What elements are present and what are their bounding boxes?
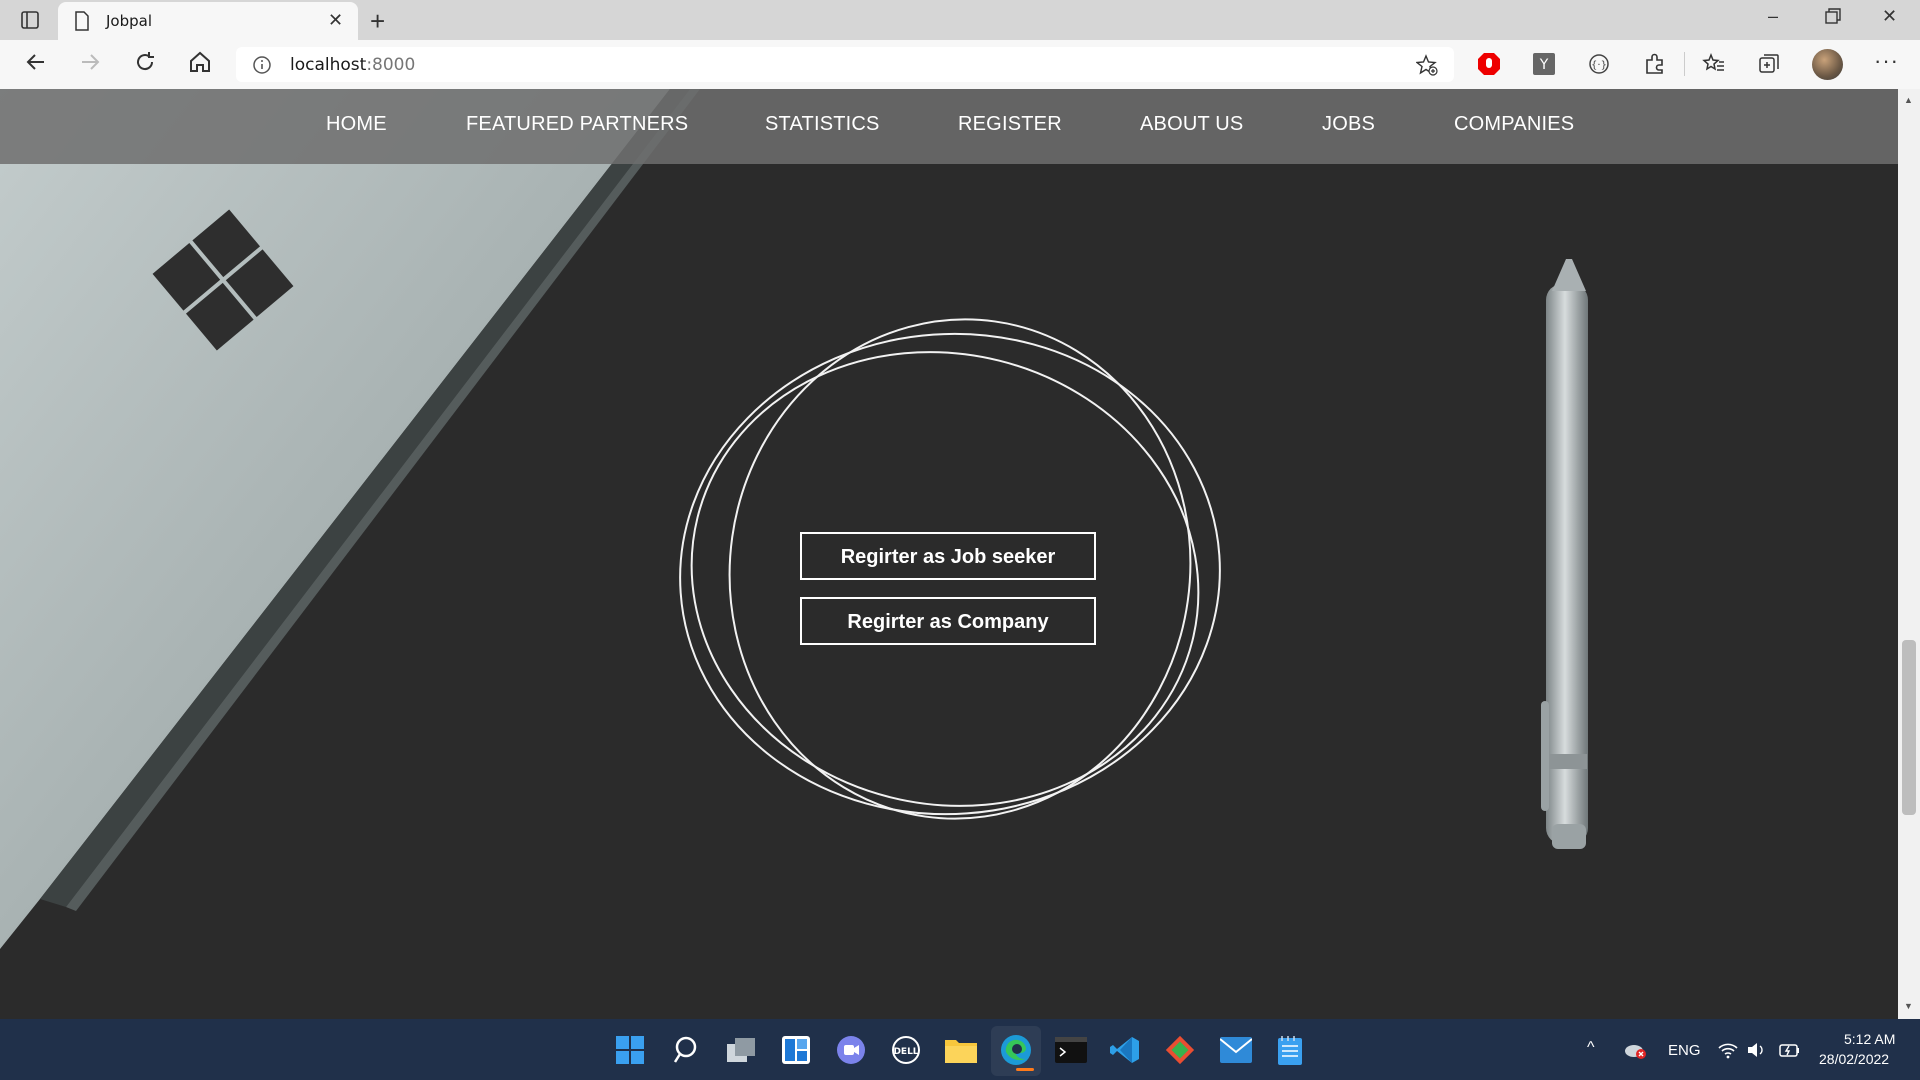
browser-title-bar: Jobpal ✕ + – ✕ <box>0 0 1920 40</box>
file-explorer-icon[interactable] <box>945 1037 977 1068</box>
top-navigation-bar: HOME FEATURED PARTNERS STATISTICS REGIST… <box>0 89 1898 164</box>
page-icon <box>74 11 90 36</box>
nav-about-us[interactable]: ABOUT US <box>1140 113 1243 136</box>
nav-home[interactable]: HOME <box>326 113 387 136</box>
mail-icon[interactable] <box>1219 1037 1253 1068</box>
home-icon[interactable] <box>188 50 212 79</box>
site-info-icon[interactable] <box>252 55 272 80</box>
notepad-icon[interactable] <box>1278 1035 1302 1070</box>
browser-tab[interactable]: Jobpal ✕ <box>58 2 358 40</box>
nav-companies[interactable]: COMPANIES <box>1454 113 1574 136</box>
svg-text:DELL: DELL <box>893 1047 918 1057</box>
wifi-icon[interactable] <box>1718 1041 1738 1064</box>
nav-register[interactable]: REGISTER <box>958 113 1062 136</box>
git-client-icon[interactable] <box>1165 1035 1195 1070</box>
browser-toolbar: localhost:8000 Y {·} ··· <box>0 40 1920 90</box>
profile-avatar[interactable] <box>1812 49 1843 80</box>
battery-charging-icon[interactable] <box>1779 1042 1801 1063</box>
language-indicator[interactable]: ENG <box>1668 1042 1701 1059</box>
clock-time[interactable]: 5:12 AM <box>1844 1031 1895 1047</box>
address-bar[interactable]: localhost:8000 <box>236 47 1454 82</box>
show-hidden-icons-chevron[interactable]: ^ <box>1587 1039 1595 1057</box>
page-viewport: HOME FEATURED PARTNERS STATISTICS REGIST… <box>0 89 1898 1019</box>
nav-statistics[interactable]: STATISTICS <box>765 113 880 136</box>
nav-featured-partners[interactable]: FEATURED PARTNERS <box>466 113 688 136</box>
forward-icon[interactable] <box>78 50 102 79</box>
volume-icon[interactable] <box>1746 1041 1766 1064</box>
new-tab-icon[interactable]: + <box>370 6 385 37</box>
close-tab-icon[interactable]: ✕ <box>328 10 343 31</box>
back-icon[interactable] <box>24 50 48 79</box>
start-windows-icon[interactable] <box>616 1036 644 1069</box>
more-options-icon[interactable]: ··· <box>1874 48 1899 74</box>
tab-title: Jobpal <box>106 12 153 30</box>
url-text[interactable]: localhost:8000 <box>290 55 415 75</box>
y-extension-icon[interactable]: Y <box>1533 53 1555 80</box>
svg-text:Y: Y <box>1539 57 1549 73</box>
url-host: localhost <box>290 55 367 75</box>
scrollbar-thumb[interactable] <box>1902 640 1916 815</box>
restore-icon[interactable] <box>1825 8 1841 29</box>
adblock-extension-icon[interactable] <box>1477 52 1501 81</box>
refresh-icon[interactable] <box>133 50 157 79</box>
close-window-icon[interactable]: ✕ <box>1882 6 1897 27</box>
add-favorite-icon[interactable] <box>1415 54 1438 81</box>
url-port: :8000 <box>366 55 416 75</box>
widgets-icon[interactable] <box>782 1036 810 1069</box>
svg-text:{·}: {·} <box>1591 60 1607 71</box>
extensions-puzzle-icon[interactable] <box>1643 52 1667 81</box>
toolbar-divider <box>1684 52 1685 76</box>
search-icon[interactable] <box>672 1035 700 1070</box>
tab-actions-icon[interactable] <box>20 10 40 35</box>
collections-icon[interactable] <box>1757 52 1781 81</box>
register-job-seeker-button[interactable]: Regirter as Job seeker <box>800 532 1096 580</box>
edge-icon[interactable] <box>1000 1034 1032 1071</box>
scroll-up-icon[interactable]: ▲ <box>1904 95 1913 105</box>
vscode-icon[interactable] <box>1110 1035 1140 1070</box>
code-extension-icon[interactable]: {·} <box>1588 53 1610 80</box>
register-company-button[interactable]: Regirter as Company <box>800 597 1096 645</box>
terminal-icon[interactable] <box>1055 1037 1087 1068</box>
task-view-icon[interactable] <box>727 1036 757 1069</box>
teams-chat-icon[interactable] <box>836 1035 866 1070</box>
clock-date[interactable]: 28/02/2022 <box>1819 1051 1889 1067</box>
dell-icon[interactable]: DELL <box>891 1035 921 1070</box>
edge-running-indicator <box>1016 1068 1034 1071</box>
minimize-icon[interactable]: – <box>1768 6 1778 27</box>
windows-taskbar: DELL ^ ENG 5:12 AM 28/02/2022 <box>0 1019 1920 1080</box>
nav-jobs[interactable]: JOBS <box>1322 113 1375 136</box>
favorites-icon[interactable] <box>1702 52 1726 81</box>
scroll-down-icon[interactable]: ▼ <box>1904 1001 1913 1011</box>
page-scrollbar[interactable]: ▲ ▼ <box>1898 89 1920 1019</box>
onedrive-error-icon[interactable] <box>1624 1041 1646 1064</box>
